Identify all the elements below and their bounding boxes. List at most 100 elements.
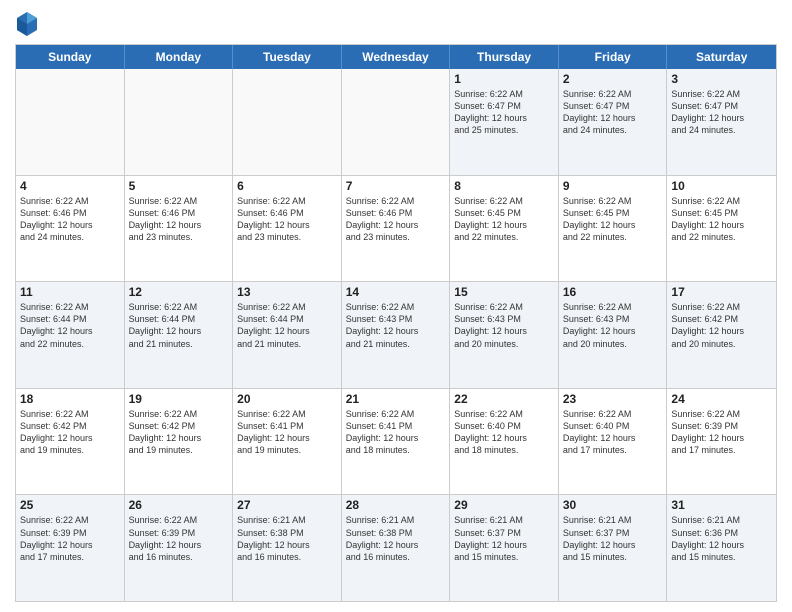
day-number: 5 (129, 179, 229, 193)
day-info: Sunrise: 6:22 AMSunset: 6:45 PMDaylight:… (563, 195, 663, 244)
cal-header-monday: Monday (125, 45, 234, 69)
day-number: 27 (237, 498, 337, 512)
day-info: Sunrise: 6:22 AMSunset: 6:47 PMDaylight:… (563, 88, 663, 137)
day-info: Sunrise: 6:22 AMSunset: 6:44 PMDaylight:… (237, 301, 337, 350)
cal-cell: 8Sunrise: 6:22 AMSunset: 6:45 PMDaylight… (450, 176, 559, 282)
day-number: 25 (20, 498, 120, 512)
cal-cell: 2Sunrise: 6:22 AMSunset: 6:47 PMDaylight… (559, 69, 668, 175)
cal-cell: 11 Sunrise: 6:22 AMSunset: 6:44 PMDayligh… (16, 282, 125, 388)
logo-icon (15, 10, 39, 38)
day-number: 26 (129, 498, 229, 512)
day-info: Sunrise: 6:22 AMSunset: 6:46 PMDaylight:… (20, 195, 120, 244)
day-info: Sunrise: 6:22 AMSunset: 6:42 PMDaylight:… (20, 408, 120, 457)
cal-cell: 29Sunrise: 6:21 AMSunset: 6:37 PMDayligh… (450, 495, 559, 601)
header (15, 10, 777, 38)
day-number: 11 (20, 285, 120, 299)
day-info: Sunrise: 6:22 AMSunset: 6:42 PMDaylight:… (129, 408, 229, 457)
day-number: 4 (20, 179, 120, 193)
day-number: 10 (671, 179, 772, 193)
cal-cell: 16 Sunrise: 6:22 AMSunset: 6:43 PMDayligh… (559, 282, 668, 388)
day-number: 28 (346, 498, 446, 512)
calendar-body: 1 Sunrise: 6:22 AMSunset: 6:47 PMDaylight… (16, 69, 776, 601)
day-number: 6 (237, 179, 337, 193)
cal-cell: 14 Sunrise: 6:22 AMSunset: 6:43 PMDayligh… (342, 282, 451, 388)
day-number: 23 (563, 392, 663, 406)
day-number: 1 (454, 72, 554, 86)
day-info: Sunrise: 6:22 AMSunset: 6:43 PMDaylight:… (346, 301, 446, 350)
cal-cell: 26 Sunrise: 6:22 AMSunset: 6:39 PMDayligh… (125, 495, 234, 601)
cal-header-wednesday: Wednesday (342, 45, 451, 69)
cal-header-thursday: Thursday (450, 45, 559, 69)
cal-cell: 25 Sunrise: 6:22 AMSunset: 6:39 PMDayligh… (16, 495, 125, 601)
day-number: 16 (563, 285, 663, 299)
day-info: Sunrise: 6:22 AMSunset: 6:47 PMDaylight:… (454, 88, 554, 137)
cal-cell: 10 Sunrise: 6:22 AMSunset: 6:45 PMDayligh… (667, 176, 776, 282)
cal-header-tuesday: Tuesday (233, 45, 342, 69)
cal-cell (125, 69, 234, 175)
cal-cell: 21 Sunrise: 6:22 AMSunset: 6:41 PMDayligh… (342, 389, 451, 495)
day-number: 22 (454, 392, 554, 406)
day-info: Sunrise: 6:22 AMSunset: 6:39 PMDaylight:… (20, 514, 120, 563)
day-info: Sunrise: 6:21 AMSunset: 6:36 PMDaylight:… (671, 514, 772, 563)
cal-cell: 12Sunrise: 6:22 AMSunset: 6:44 PMDayligh… (125, 282, 234, 388)
day-info: Sunrise: 6:22 AMSunset: 6:41 PMDaylight:… (346, 408, 446, 457)
day-info: Sunrise: 6:21 AMSunset: 6:38 PMDaylight:… (346, 514, 446, 563)
cal-cell: 9 Sunrise: 6:22 AMSunset: 6:45 PMDaylight… (559, 176, 668, 282)
day-info: Sunrise: 6:22 AMSunset: 6:46 PMDaylight:… (346, 195, 446, 244)
day-info: Sunrise: 6:22 AMSunset: 6:45 PMDaylight:… (671, 195, 772, 244)
day-info: Sunrise: 6:21 AMSunset: 6:37 PMDaylight:… (454, 514, 554, 563)
cal-cell: 31 Sunrise: 6:21 AMSunset: 6:36 PMDayligh… (667, 495, 776, 601)
day-info: Sunrise: 6:22 AMSunset: 6:46 PMDaylight:… (237, 195, 337, 244)
cal-cell: 15 Sunrise: 6:22 AMSunset: 6:43 PMDayligh… (450, 282, 559, 388)
day-number: 30 (563, 498, 663, 512)
cal-header-saturday: Saturday (667, 45, 776, 69)
cal-header-friday: Friday (559, 45, 668, 69)
day-info: Sunrise: 6:22 AMSunset: 6:47 PMDaylight:… (671, 88, 772, 137)
calendar-header-row: SundayMondayTuesdayWednesdayThursdayFrid… (16, 45, 776, 69)
day-info: Sunrise: 6:22 AMSunset: 6:43 PMDaylight:… (563, 301, 663, 350)
day-info: Sunrise: 6:22 AMSunset: 6:43 PMDaylight:… (454, 301, 554, 350)
cal-header-sunday: Sunday (16, 45, 125, 69)
cal-cell: 23 Sunrise: 6:22 AMSunset: 6:40 PMDayligh… (559, 389, 668, 495)
day-number: 13 (237, 285, 337, 299)
day-info: Sunrise: 6:22 AMSunset: 6:40 PMDaylight:… (563, 408, 663, 457)
day-info: Sunrise: 6:22 AMSunset: 6:40 PMDaylight:… (454, 408, 554, 457)
cal-cell: 7Sunrise: 6:22 AMSunset: 6:46 PMDaylight… (342, 176, 451, 282)
logo (15, 10, 43, 38)
day-number: 14 (346, 285, 446, 299)
day-number: 9 (563, 179, 663, 193)
day-info: Sunrise: 6:22 AMSunset: 6:44 PMDaylight:… (129, 301, 229, 350)
cal-cell: 19 Sunrise: 6:22 AMSunset: 6:42 PMDayligh… (125, 389, 234, 495)
cal-cell: 24Sunrise: 6:22 AMSunset: 6:39 PMDayligh… (667, 389, 776, 495)
cal-cell (342, 69, 451, 175)
cal-cell: 6 Sunrise: 6:22 AMSunset: 6:46 PMDaylight… (233, 176, 342, 282)
day-info: Sunrise: 6:22 AMSunset: 6:44 PMDaylight:… (20, 301, 120, 350)
cal-cell: 20 Sunrise: 6:22 AMSunset: 6:41 PMDayligh… (233, 389, 342, 495)
day-info: Sunrise: 6:21 AMSunset: 6:38 PMDaylight:… (237, 514, 337, 563)
cal-week-3: 11 Sunrise: 6:22 AMSunset: 6:44 PMDayligh… (16, 282, 776, 389)
cal-cell (233, 69, 342, 175)
day-number: 3 (671, 72, 772, 86)
cal-cell: 13 Sunrise: 6:22 AMSunset: 6:44 PMDayligh… (233, 282, 342, 388)
calendar: SundayMondayTuesdayWednesdayThursdayFrid… (15, 44, 777, 602)
page: SundayMondayTuesdayWednesdayThursdayFrid… (0, 0, 792, 612)
day-info: Sunrise: 6:22 AMSunset: 6:46 PMDaylight:… (129, 195, 229, 244)
day-number: 8 (454, 179, 554, 193)
cal-cell: 1 Sunrise: 6:22 AMSunset: 6:47 PMDaylight… (450, 69, 559, 175)
day-number: 24 (671, 392, 772, 406)
day-number: 15 (454, 285, 554, 299)
day-number: 31 (671, 498, 772, 512)
day-number: 17 (671, 285, 772, 299)
cal-cell: 27 Sunrise: 6:21 AMSunset: 6:38 PMDayligh… (233, 495, 342, 601)
day-number: 18 (20, 392, 120, 406)
cal-week-4: 18 Sunrise: 6:22 AMSunset: 6:42 PMDayligh… (16, 389, 776, 496)
cal-cell (16, 69, 125, 175)
cal-week-5: 25 Sunrise: 6:22 AMSunset: 6:39 PMDayligh… (16, 495, 776, 601)
day-number: 21 (346, 392, 446, 406)
day-number: 20 (237, 392, 337, 406)
day-info: Sunrise: 6:22 AMSunset: 6:41 PMDaylight:… (237, 408, 337, 457)
cal-week-1: 1 Sunrise: 6:22 AMSunset: 6:47 PMDaylight… (16, 69, 776, 176)
day-number: 19 (129, 392, 229, 406)
cal-cell: 17Sunrise: 6:22 AMSunset: 6:42 PMDayligh… (667, 282, 776, 388)
day-info: Sunrise: 6:22 AMSunset: 6:39 PMDaylight:… (129, 514, 229, 563)
